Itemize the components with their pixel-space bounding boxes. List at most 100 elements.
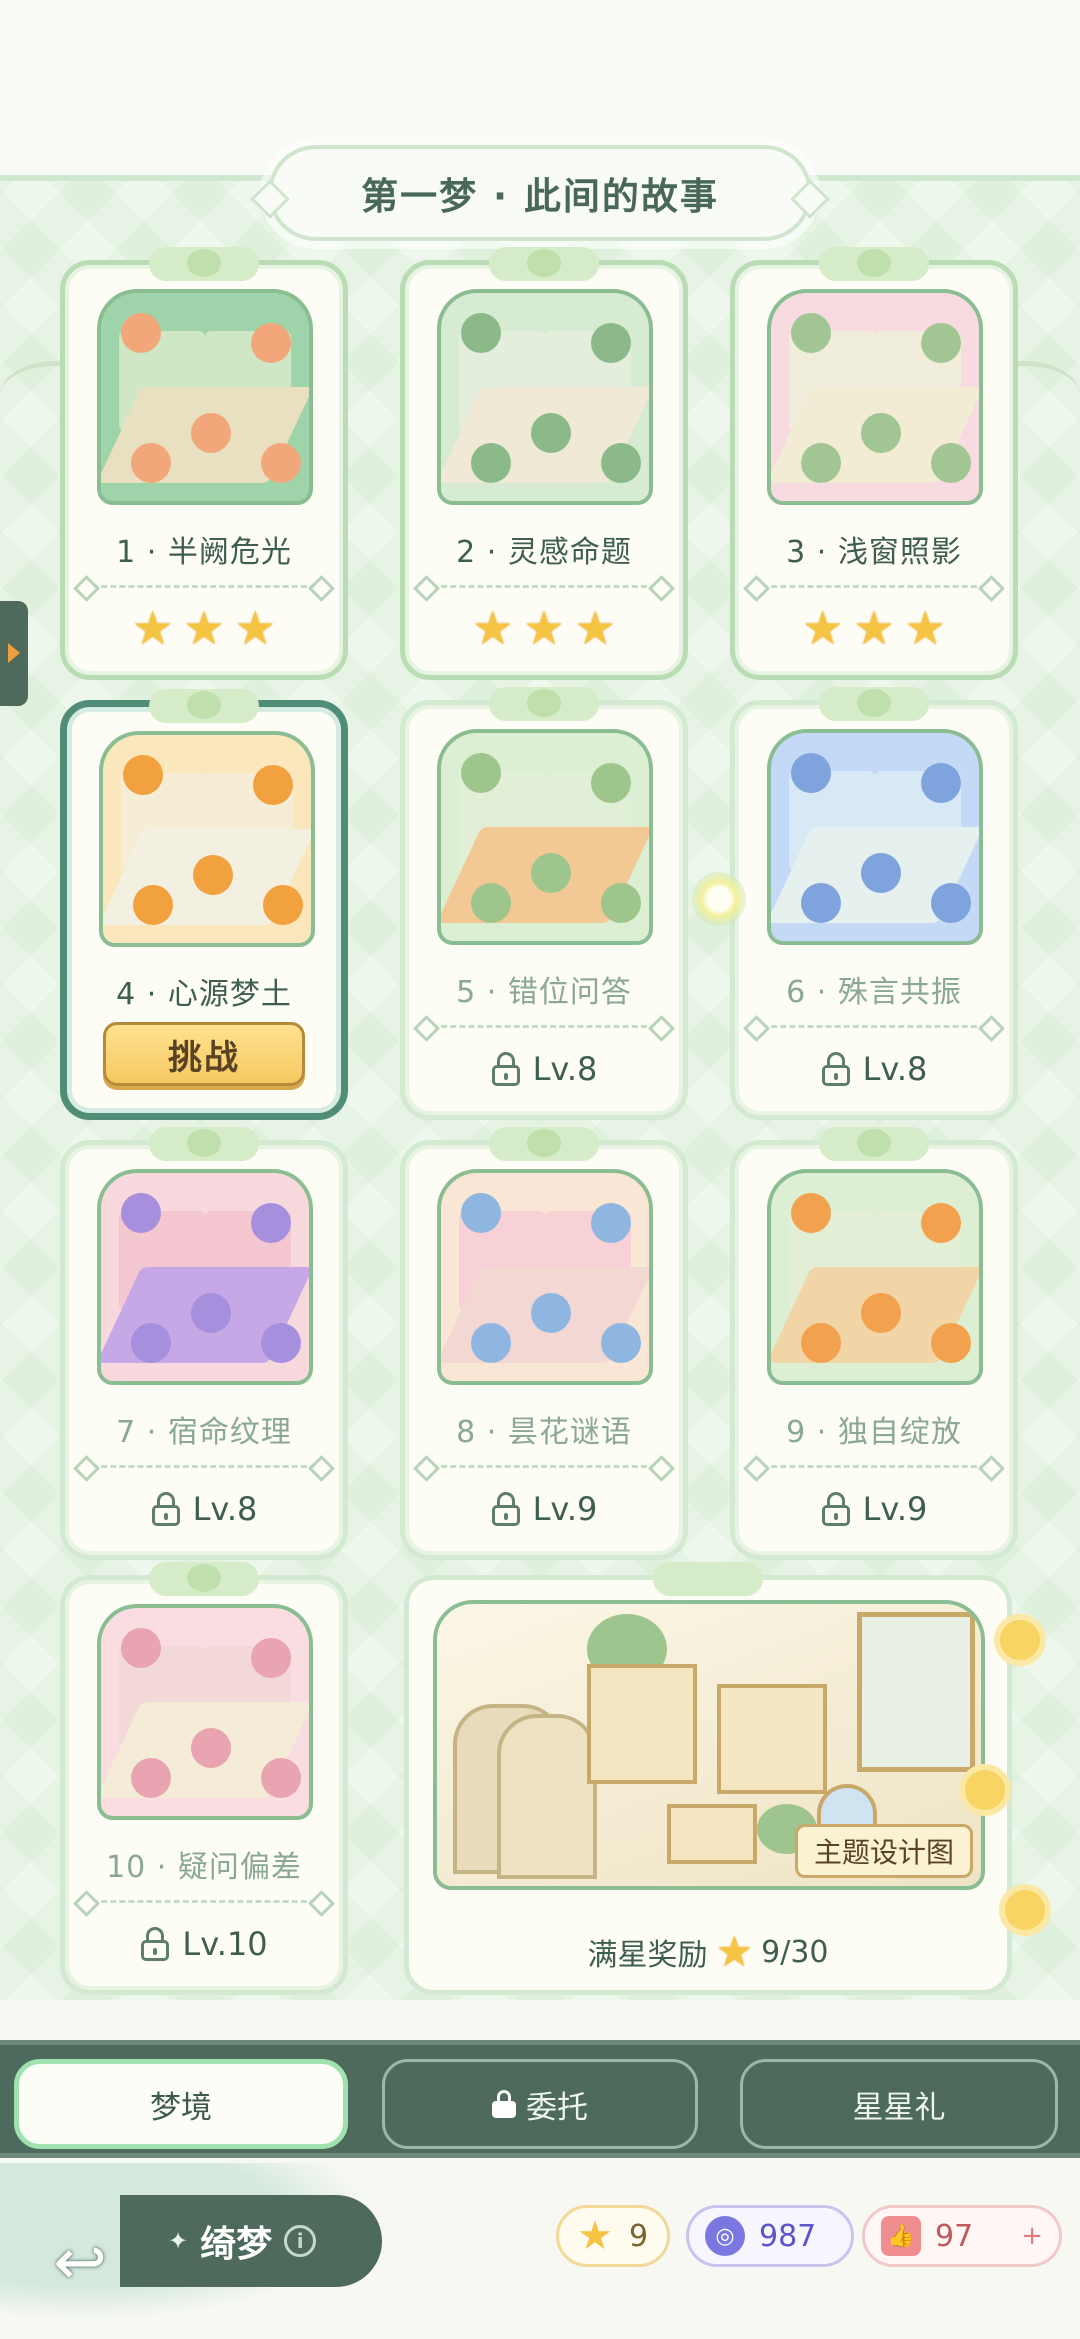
plant-decoration [531, 853, 571, 893]
plant-decoration [133, 885, 173, 925]
star-icon: ★ [183, 601, 225, 655]
level-name: 9 · 独自绽放 [786, 1415, 962, 1450]
level-card[interactable]: 6 · 殊言共振 Lv.8 [730, 687, 1018, 1120]
plant-decoration [461, 1193, 501, 1233]
tab-commission[interactable]: 委托 [382, 2059, 698, 2149]
gem-count: 987 [759, 2218, 817, 2254]
plant-decoration [121, 313, 161, 353]
star-icon: ★ [904, 601, 946, 655]
plant-decoration [601, 883, 641, 923]
plant-decoration [261, 443, 301, 483]
plant-decoration [861, 1293, 901, 1333]
realm-label: 绮梦 [200, 2224, 273, 2265]
star-icon: ★ [715, 1927, 754, 1976]
chapter-title: 第一梦 · 此间的故事 [268, 145, 812, 241]
level-card[interactable]: 8 · 昙花谜语 Lv.9 [400, 1127, 688, 1560]
challenge-button[interactable]: 挑战 [103, 1022, 305, 1086]
plant-decoration [121, 1193, 161, 1233]
plant-decoration [861, 853, 901, 893]
divider [83, 585, 325, 588]
plant-decoration [791, 1193, 831, 1233]
star-icon: ★ [853, 601, 895, 655]
plant-decoration [131, 1758, 171, 1798]
plant-decoration [193, 855, 233, 895]
level-card[interactable]: 2 · 灵感命题 ★ ★ ★ [400, 247, 688, 680]
level-name: 5 · 错位问答 [456, 975, 632, 1010]
plus-icon[interactable]: + [1021, 2221, 1043, 2251]
star-rating: ★ ★ ★ [65, 605, 343, 651]
back-button[interactable]: ↩ [40, 2226, 120, 2300]
plant-decoration [591, 323, 631, 363]
full-star-reward-card[interactable]: 主题设计图 满星奖励 ★ 9/30 [404, 1562, 1012, 1995]
required-level: Lv.8 [532, 1050, 598, 1088]
folding-screen [497, 1714, 597, 1879]
star-rating: ★ ★ ★ [735, 605, 1013, 651]
divider [423, 1025, 665, 1028]
tab-label: 委托 [526, 2089, 588, 2126]
lock-icon [821, 1492, 851, 1526]
reward-caption-label: 满星奖励 [587, 1938, 708, 1973]
window [857, 1612, 975, 1772]
level-card[interactable]: 4 · 心源梦土挑战 [60, 689, 348, 1120]
sparkle-orb-icon [692, 872, 746, 926]
plant-decoration [121, 1628, 161, 1668]
bottom-bar: ✦ 绮梦 i ↩ ★ 9 ◎ 987 👍 97 + [0, 2163, 1080, 2339]
side-drawer-handle[interactable] [0, 601, 28, 706]
plant-decoration [461, 313, 501, 353]
tab-dream[interactable]: 梦境 [14, 2059, 348, 2149]
reward-progress: 满星奖励 ★ 9/30 [409, 1930, 1007, 1974]
tab-star-gift[interactable]: 星星礼 [740, 2059, 1058, 2149]
lock-icon [491, 1492, 521, 1526]
bow-decoration [653, 1562, 763, 1596]
star-count: 9 [629, 2218, 649, 2254]
star-icon: ★ [577, 2213, 613, 2259]
plant-decoration [251, 1203, 291, 1243]
info-icon[interactable]: i [284, 2225, 317, 2257]
plant-decoration [261, 1323, 301, 1363]
level-card[interactable]: 10 · 疑问偏差 Lv.10 [60, 1562, 348, 1995]
level-thumbnail [97, 289, 313, 505]
plant-decoration [931, 1323, 971, 1363]
divider [753, 585, 995, 588]
bow-decoration [819, 1127, 929, 1161]
level-name: 4 · 心源梦土 [116, 977, 292, 1012]
level-card[interactable]: 1 · 半阙危光 ★ ★ ★ [60, 247, 348, 680]
reward-preview-image: 主题设计图 [433, 1600, 985, 1890]
level-card[interactable]: 3 · 浅窗照影 ★ ★ ★ [730, 247, 1018, 680]
plant-decoration [253, 765, 293, 805]
plant-decoration [921, 763, 961, 803]
level-thumbnail [437, 289, 653, 505]
divider [753, 1465, 995, 1468]
star-currency[interactable]: ★ 9 [556, 2205, 670, 2267]
level-thumbnail [99, 731, 315, 947]
plant-decoration [261, 1758, 301, 1798]
plant-decoration [251, 323, 291, 363]
side-table [667, 1804, 757, 1864]
plant-decoration [601, 1323, 641, 1363]
bow-decoration [819, 687, 929, 721]
like-currency[interactable]: 👍 97 + [862, 2205, 1062, 2267]
like-icon: 👍 [881, 2216, 921, 2256]
plant-decoration [531, 1293, 571, 1333]
gem-currency[interactable]: ◎ 987 [686, 2205, 854, 2267]
lock-icon [491, 1052, 521, 1086]
tab-label: 梦境 [150, 2089, 212, 2126]
lock-icon [151, 1492, 181, 1526]
plant-decoration [191, 413, 231, 453]
level-name: 8 · 昙花谜语 [456, 1415, 632, 1450]
level-requirement: Lv.9 [405, 1490, 683, 1528]
plant-decoration [471, 1323, 511, 1363]
plant-decoration [131, 1323, 171, 1363]
bow-decoration [489, 1127, 599, 1161]
level-requirement: Lv.8 [65, 1490, 343, 1528]
realm-selector[interactable]: ✦ 绮梦 i [120, 2195, 382, 2287]
level-card[interactable]: 9 · 独自绽放 Lv.9 [730, 1127, 1018, 1560]
plant-decoration [801, 883, 841, 923]
like-count: 97 [935, 2218, 974, 2254]
level-card[interactable]: 5 · 错位问答 Lv.8 [400, 687, 688, 1120]
plant-decoration [591, 1203, 631, 1243]
plant-decoration [123, 755, 163, 795]
flower-decoration [1000, 1620, 1040, 1660]
star-rating: ★ ★ ★ [405, 605, 683, 651]
level-card[interactable]: 7 · 宿命纹理 Lv.8 [60, 1127, 348, 1560]
